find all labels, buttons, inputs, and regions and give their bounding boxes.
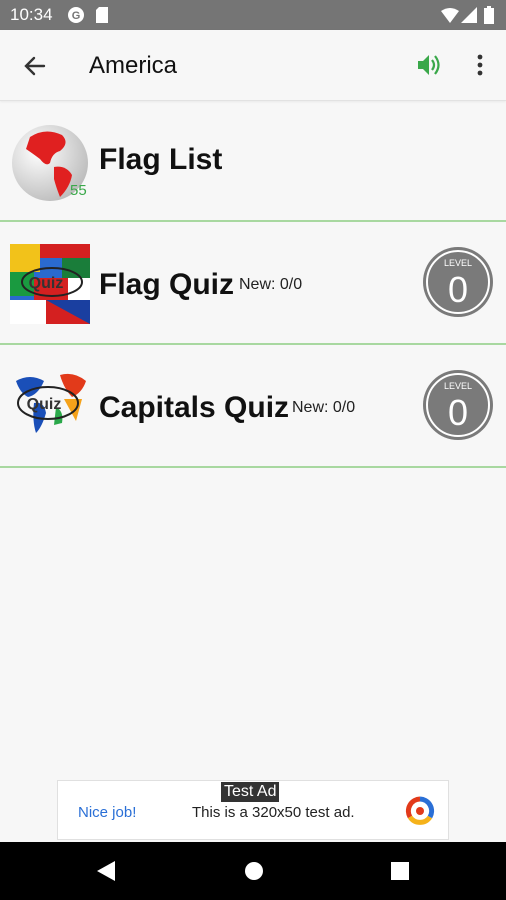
flag-list-title: Flag List <box>99 143 223 176</box>
test-ad-badge: Test Ad <box>221 782 280 802</box>
more-vert-icon[interactable] <box>466 50 494 80</box>
google-icon: G <box>68 7 84 23</box>
flag-quiz-title: Flag Quiz <box>99 268 234 301</box>
status-bar: 10:34 G <box>0 0 506 30</box>
flag-quiz-item[interactable]: Quiz Flag Quiz New: 0/0 LEVEL 0 <box>0 222 506 345</box>
system-nav-bar <box>0 842 506 900</box>
status-time: 10:34 <box>10 5 53 24</box>
volume-on-icon[interactable] <box>414 50 444 80</box>
country-count: 55 <box>70 182 87 199</box>
capitals-quiz-item[interactable]: Quiz Capitals Quiz New: 0/0 LEVEL 0 <box>0 345 506 468</box>
arrow-back-icon[interactable] <box>18 51 52 81</box>
sd-card-icon <box>96 7 108 23</box>
ad-description: This is a 320x50 test ad. <box>192 804 355 821</box>
new-count: New: 0/0 <box>239 276 303 293</box>
level-badge: LEVEL 0 <box>423 370 493 440</box>
ad-logo-icon <box>405 796 435 825</box>
thumb-text: Quiz <box>27 396 62 413</box>
new-count: New: 0/0 <box>292 399 356 416</box>
signal-icon <box>461 7 477 23</box>
level-value: 0 <box>448 392 468 433</box>
battery-icon <box>484 6 494 24</box>
capitals-quiz-title: Capitals Quiz <box>99 391 290 424</box>
thumb-text: Quiz <box>29 275 64 292</box>
wifi-icon <box>441 8 459 23</box>
level-value: 0 <box>448 269 468 310</box>
app-bar: America <box>0 30 506 101</box>
level-label: LEVEL <box>444 381 472 391</box>
flag-list-item[interactable]: 55 Flag List <box>0 101 506 222</box>
svg-text:G: G <box>72 10 81 22</box>
level-badge: LEVEL 0 <box>423 247 493 317</box>
back-triangle-icon[interactable] <box>95 859 117 883</box>
test-ad-banner[interactable]: Test Ad Nice job! This is a 320x50 test … <box>57 780 449 840</box>
recents-square-icon[interactable] <box>389 859 411 883</box>
flag-collage-icon: Quiz <box>10 244 90 324</box>
home-circle-icon[interactable] <box>243 859 265 883</box>
page-title: America <box>89 52 178 79</box>
level-label: LEVEL <box>444 258 472 268</box>
ad-headline[interactable]: Nice job! <box>78 804 136 821</box>
capitals-map-icon: Quiz <box>10 367 90 447</box>
